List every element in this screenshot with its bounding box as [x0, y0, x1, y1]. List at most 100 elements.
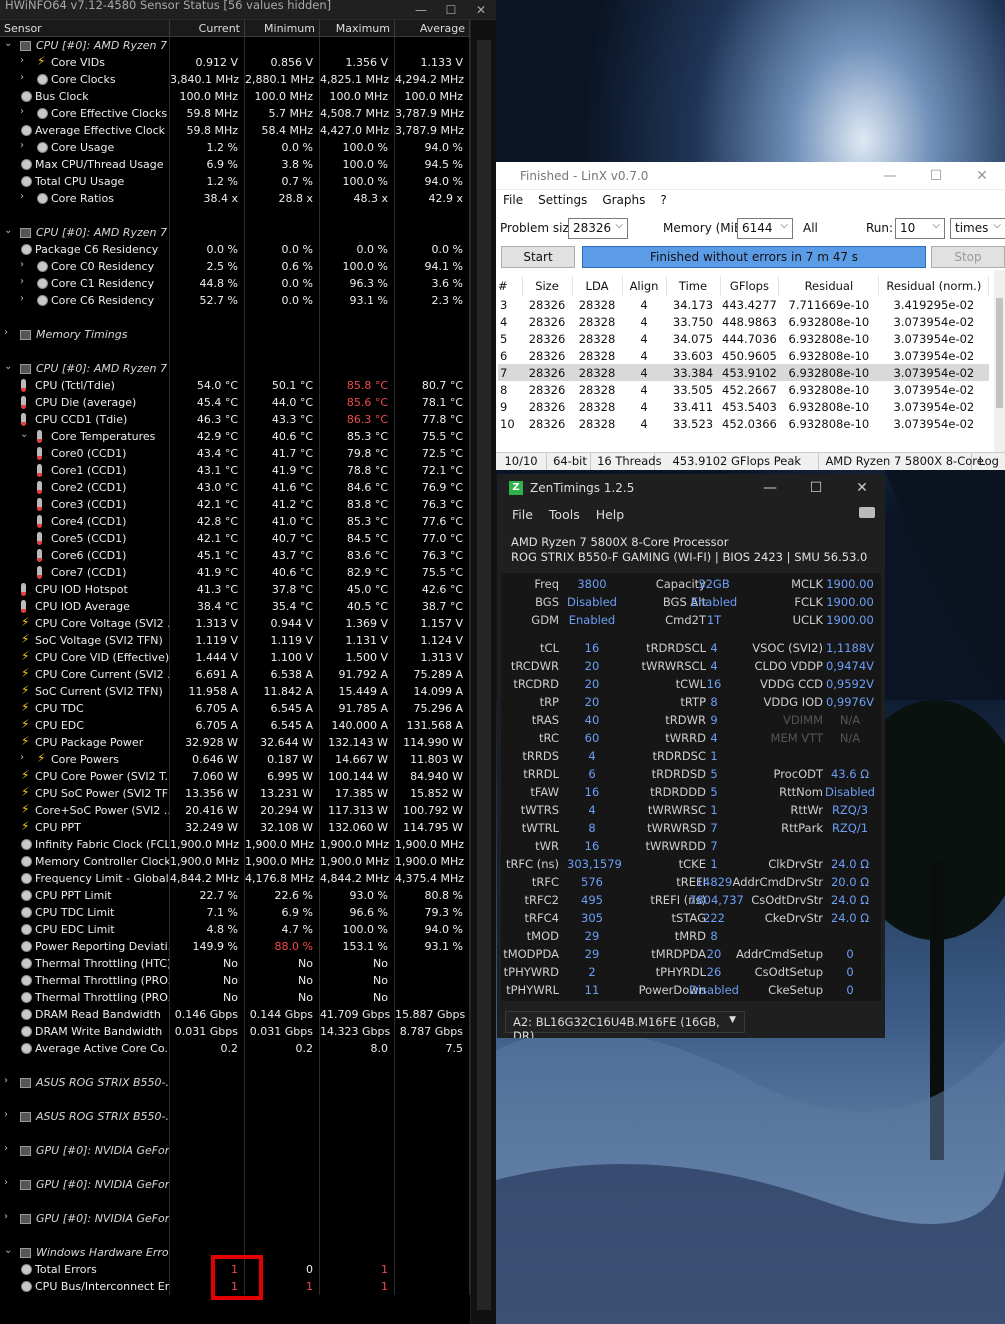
sensor-row[interactable]: › Core C0 Residency 2.5 % 0.6 % 100.0 % 94.1 … [0, 258, 470, 275]
hwinfo-titlebar[interactable]: HWiNFO64 v7.12-4580 Sensor Status [56 va… [0, 0, 496, 20]
close-icon[interactable]: ✕ [466, 3, 496, 17]
sensor-row[interactable]: Core4 (CCD1) 42.8 °C 41.0 °C 85.3 °C 77.6 °C [0, 513, 470, 530]
sensor-row[interactable]: Bus Clock 100.0 MHz 100.0 MHz 100.0 MHz 100.… [0, 88, 470, 105]
zentimings-titlebar[interactable]: Z ZenTimings 1.2.5 — ☐ ✕ [497, 474, 885, 502]
column-header-sensor[interactable]: Sensor [0, 20, 170, 36]
screenshot-icon[interactable] [859, 507, 875, 518]
results-column-header[interactable]: Size [522, 276, 573, 296]
results-column-header[interactable]: LDA [572, 276, 623, 296]
sensor-group-row[interactable]: › ASUS ROG STRIX B550-... [0, 1074, 470, 1091]
column-header-minimum[interactable]: Minimum [245, 20, 320, 36]
menu-tools[interactable]: Tools [549, 507, 580, 522]
sensor-row[interactable]: › Core C6 Residency 52.7 % 0.0 % 93.1 % 2.3 % [0, 292, 470, 309]
results-row[interactable]: 3 28326 28328 4 34.173 443.4277 7.711669e-10 3.… [498, 296, 989, 313]
sensor-row[interactable]: ⚡ CPU TDC 6.705 A 6.545 A 91.785 A 75.296 A [0, 700, 470, 717]
sensor-row[interactable]: › ⚡ Core Powers 0.646 W 0.187 W 14.667 W 11.80… [0, 751, 470, 768]
results-row[interactable]: 10 28326 28328 4 33.523 452.0366 6.932808e-10 3… [498, 415, 989, 432]
sensor-row[interactable]: Core5 (CCD1) 42.1 °C 40.7 °C 84.5 °C 77.0 °C [0, 530, 470, 547]
menu-graphs[interactable]: Graphs [602, 193, 645, 207]
sensor-row[interactable]: CPU TDC Limit 7.1 % 6.9 % 96.6 % 79.3 % [0, 904, 470, 921]
minimize-icon[interactable]: — [747, 480, 793, 496]
menu-help[interactable]: ? [660, 193, 666, 207]
dimm-select[interactable]: A2: BL16G32C16U4B.M16FE (16GB, DR) ▼ [505, 1011, 745, 1038]
sensor-row[interactable]: Core6 (CCD1) 45.1 °C 43.7 °C 83.6 °C 76.3 °C [0, 547, 470, 564]
sensor-row[interactable]: Core7 (CCD1) 41.9 °C 40.6 °C 82.9 °C 75.5 °C [0, 564, 470, 581]
results-row[interactable]: 5 28326 28328 4 34.075 444.7036 6.932808e-10 3.… [498, 330, 989, 347]
results-column-header[interactable]: Time [666, 276, 721, 296]
sensor-row[interactable]: ⚡ CPU Core Current (SVI2 ... 6.691 A 6.538 … [0, 666, 470, 683]
sensor-row[interactable]: ⚡ Core+SoC Power (SVI2 ... 20.416 W 20.294 … [0, 802, 470, 819]
minimize-icon[interactable]: — [867, 168, 913, 184]
sensor-group-row[interactable]: ⌄ CPU [#0]: AMD Ryzen 7 ... [0, 360, 470, 377]
sensor-row[interactable]: Package C6 Residency 0.0 % 0.0 % 0.0 % 0.0 % [0, 241, 470, 258]
sensor-row[interactable]: Power Reporting Deviati... 149.9 % 88.0 % 1… [0, 938, 470, 955]
sensor-row[interactable]: ⚡ SoC Voltage (SVI2 TFN) 1.119 V 1.119 V 1.1… [0, 632, 470, 649]
sensor-row[interactable]: CPU Die (average) 45.4 °C 44.0 °C 85.6 °C 78… [0, 394, 470, 411]
results-row[interactable]: 8 28326 28328 4 33.505 452.2667 6.932808e-10 3.… [498, 381, 989, 398]
sensor-row[interactable]: ⚡ CPU Core Voltage (SVI2 ... 1.313 V 0.944 … [0, 615, 470, 632]
sensor-group-row[interactable]: ⌄ CPU [#0]: AMD Ryzen 7 ... [0, 37, 470, 54]
sensor-row[interactable]: Infinity Fabric Clock (FCLK) 1,900.0 MHz 1… [0, 836, 470, 853]
collapse-chevron-icon[interactable]: ⌄ [4, 1245, 12, 1256]
all-checkbox-label[interactable]: All [803, 221, 818, 235]
sensor-group-row[interactable]: › GPU [#0]: NVIDIA GeFor... [0, 1210, 470, 1227]
sensor-row[interactable]: › Core Usage 1.2 % 0.0 % 100.0 % 94.0 % [0, 139, 470, 156]
results-row[interactable]: 6 28326 28328 4 33.603 450.9605 6.932808e-10 3.… [498, 347, 989, 364]
log-link[interactable]: Log [972, 453, 1005, 470]
sensor-row[interactable]: › ⚡ Core VIDs 0.912 V 0.856 V 1.356 V 1.133 V [0, 54, 470, 71]
sensor-row[interactable]: Thermal Throttling (HTC) No No No [0, 955, 470, 972]
expand-chevron-icon[interactable]: › [20, 752, 24, 763]
sensor-group-row[interactable]: › GPU [#0]: NVIDIA GeFor... [0, 1142, 470, 1159]
sensor-row[interactable]: Core1 (CCD1) 43.1 °C 41.9 °C 78.8 °C 72.1 °C [0, 462, 470, 479]
results-column-header[interactable]: GFlops [720, 276, 780, 296]
results-column-header[interactable]: Residual [778, 276, 880, 296]
expand-chevron-icon[interactable]: › [4, 1075, 8, 1086]
sensor-row[interactable]: Core3 (CCD1) 42.1 °C 41.2 °C 83.8 °C 76.3 °C [0, 496, 470, 513]
run-unit-select[interactable]: times ⌵ [950, 218, 1005, 239]
sensor-group-row[interactable]: ⌄ CPU [#0]: AMD Ryzen 7 ... [0, 224, 470, 241]
expand-chevron-icon[interactable]: › [20, 106, 24, 117]
collapse-chevron-icon[interactable]: ⌄ [4, 225, 12, 236]
expand-chevron-icon[interactable]: › [4, 1109, 8, 1120]
sensor-row[interactable]: ⚡ CPU Core Power (SVI2 T... 7.060 W 6.995 W… [0, 768, 470, 785]
expand-chevron-icon[interactable]: › [20, 276, 24, 287]
column-header-average[interactable]: Average [395, 20, 470, 36]
sensor-row[interactable]: DRAM Write Bandwidth 0.031 Gbps 0.031 Gbps… [0, 1023, 470, 1040]
menu-file[interactable]: File [512, 507, 533, 522]
sensor-row[interactable]: CPU CCD1 (Tdie) 46.3 °C 43.3 °C 86.3 °C 77.8… [0, 411, 470, 428]
sensor-row[interactable]: CPU IOD Hotspot 41.3 °C 37.8 °C 45.0 °C 42.6… [0, 581, 470, 598]
sensor-row[interactable]: ⚡ CPU Package Power 32.928 W 32.644 W 132.14… [0, 734, 470, 751]
expand-chevron-icon[interactable]: › [20, 72, 24, 83]
results-row[interactable]: 9 28326 28328 4 33.411 453.5403 6.932808e-10 3.… [498, 398, 989, 415]
expand-chevron-icon[interactable]: › [4, 327, 8, 338]
column-header-maximum[interactable]: Maximum [320, 20, 395, 36]
sensor-row[interactable]: Average Effective Clock 59.8 MHz 58.4 MHz 4… [0, 122, 470, 139]
sensor-row[interactable]: Average Active Core Co... 0.2 0.2 8.0 7.5 [0, 1040, 470, 1057]
sensor-row[interactable]: ⚡ CPU EDC 6.705 A 6.545 A 140.000 A 131.568 A [0, 717, 470, 734]
sensor-row[interactable]: ⚡ SoC Current (SVI2 TFN) 11.958 A 11.842 A1… [0, 683, 470, 700]
menu-settings[interactable]: Settings [538, 193, 587, 207]
close-icon[interactable]: ✕ [959, 168, 1005, 184]
sensor-row[interactable]: Total CPU Usage 1.2 % 0.7 % 100.0 % 94.0 % [0, 173, 470, 190]
sensor-row[interactable]: Memory Controller Clock ... 1,900.0 MHz 1,… [0, 853, 470, 870]
menu-file[interactable]: File [503, 193, 523, 207]
column-header-current[interactable]: Current [170, 20, 245, 36]
vertical-scrollbar[interactable] [470, 20, 496, 1324]
menu-help[interactable]: Help [596, 507, 625, 522]
expand-chevron-icon[interactable]: › [20, 140, 24, 151]
sensor-row[interactable]: CPU IOD Average 38.4 °C 35.4 °C 40.5 °C 38.7… [0, 598, 470, 615]
expand-chevron-icon[interactable]: › [20, 293, 24, 304]
results-row[interactable]: 7 28326 28328 4 33.384 453.9102 6.932808e-10 3.… [498, 364, 989, 381]
stop-button[interactable]: Stop [931, 246, 1005, 268]
sensor-row[interactable]: › Core Ratios 38.4 x 28.8 x 48.3 x 42.9 x [0, 190, 470, 207]
run-count-select[interactable]: 10 ⌵ [895, 218, 945, 239]
collapse-chevron-icon[interactable]: ⌄ [4, 38, 12, 49]
results-scrollbar[interactable] [994, 270, 1005, 452]
maximize-icon[interactable]: ☐ [913, 168, 959, 184]
results-column-header[interactable]: Align [622, 276, 667, 296]
sensor-row[interactable]: Thermal Throttling (PRO... No No No [0, 989, 470, 1006]
maximize-icon[interactable]: ☐ [793, 480, 839, 496]
sensor-row[interactable]: Frequency Limit - Global 4,844.2 MHz 4,176… [0, 870, 470, 887]
collapse-chevron-icon[interactable]: ⌄ [4, 361, 12, 372]
expand-chevron-icon[interactable]: › [20, 55, 24, 66]
